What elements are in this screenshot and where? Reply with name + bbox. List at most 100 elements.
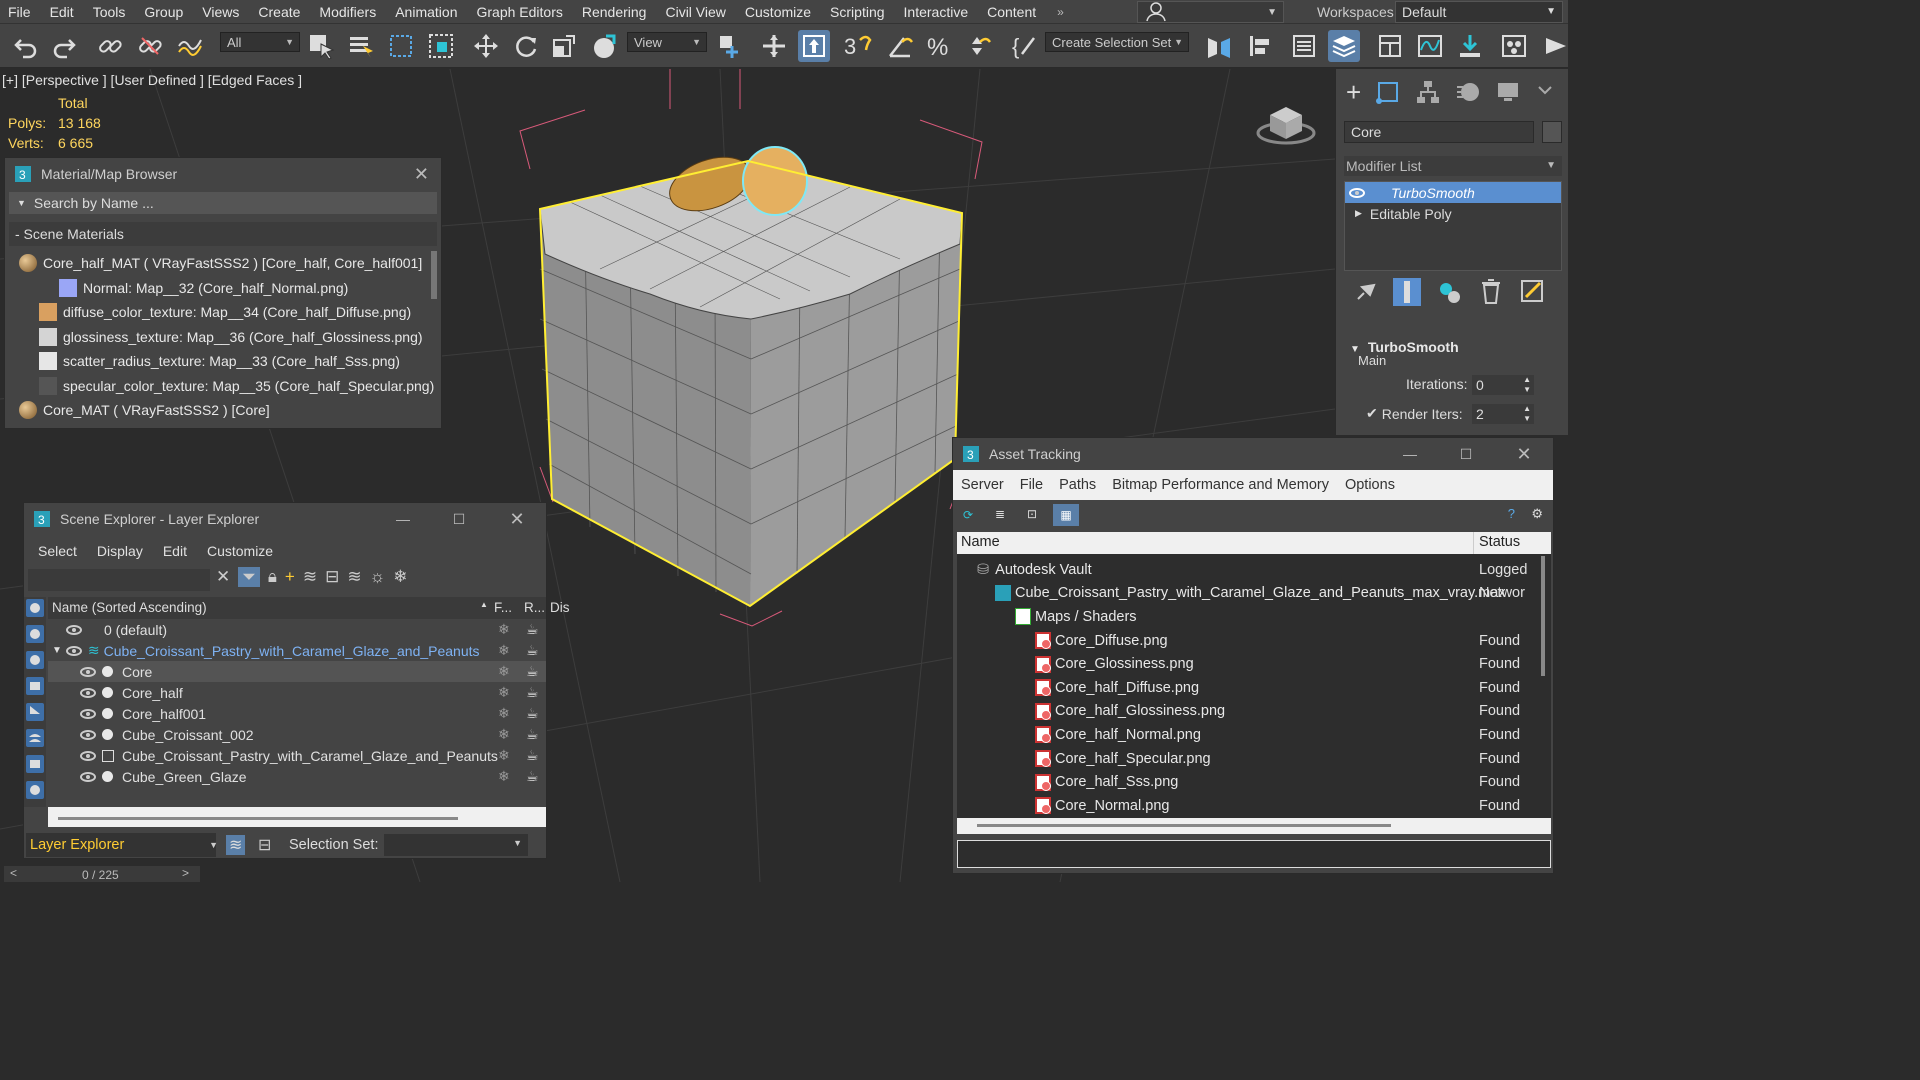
render-teapot-icon[interactable]: ☕︎ [526,705,539,722]
edit-named-selection-icon[interactable]: { [1008,30,1040,62]
layer-row[interactable]: Core ❄ ☕︎ [48,661,546,682]
menu-interactive[interactable]: Interactive [896,0,980,24]
column-renderable[interactable]: R... [524,600,545,615]
thumbnail-view-icon[interactable]: ⊡ [1027,507,1037,521]
layer-row[interactable]: Core_half001 ❄ ☕︎ [48,703,546,724]
asset-row[interactable]: Cube_Croissant_Pastry_with_Caramel_Glaze… [957,582,1525,606]
close-icon[interactable]: ✕ [414,164,429,185]
vertical-scrollbar[interactable] [1541,556,1545,676]
material-item[interactable]: scatter_radius_texture: Map__33 (Core_ha… [17,349,435,374]
column-display[interactable]: Dis [550,600,570,615]
eye-icon[interactable] [80,771,96,782]
redo-icon[interactable] [48,30,80,62]
menu-civil-view[interactable]: Civil View [657,0,736,24]
material-item[interactable]: diffuse_color_texture: Map__34 (Core_hal… [17,300,435,325]
scrollbar-thumb[interactable] [58,817,458,820]
add-to-layer-icon[interactable]: ≋ [303,567,317,587]
create-layer-icon[interactable]: + [285,567,295,587]
menu-overflow-button[interactable]: » [1047,5,1074,19]
light-layer-icon[interactable]: ☼ [370,567,386,587]
scene-materials-header[interactable]: - Scene Materials [9,222,437,246]
iterations-spinner[interactable]: 0 ▲ ▼ [1472,375,1534,395]
close-icon[interactable]: ✕ [492,503,542,535]
eye-icon[interactable] [80,666,96,677]
asset-path-field[interactable] [957,840,1551,868]
freeze-icon[interactable]: ❄ [498,726,510,743]
eye-icon[interactable] [80,708,96,719]
material-item[interactable]: Core_half_MAT ( VRayFastSSS2 ) [Core_hal… [17,251,435,276]
rotate-icon[interactable] [510,30,542,62]
settings-icon[interactable]: ⚙ [1531,506,1543,522]
material-browser-scrollbar[interactable] [431,251,437,299]
modifier-list-dropdown[interactable]: Modifier List ▼ [1344,156,1562,176]
menu-modifiers[interactable]: Modifiers [311,0,387,24]
maximize-icon[interactable]: ☐ [434,503,484,535]
menu-paths[interactable]: Paths [1051,477,1104,493]
lock-icon[interactable]: 🔒︎ [268,567,277,587]
filter-icon[interactable]: ⏷ [238,567,260,587]
schematic-view-icon[interactable] [1454,30,1486,62]
layer-row[interactable]: 0 (default) ❄ ☕︎ [48,619,546,640]
display-filter-icons[interactable] [24,597,46,807]
column-frozen[interactable]: F... [494,600,512,615]
freeze-icon[interactable]: ❄ [498,663,510,680]
list-view-icon[interactable]: ≣ [995,507,1005,521]
menu-bitmap-performance[interactable]: Bitmap Performance and Memory [1104,477,1337,493]
eye-icon[interactable] [1349,187,1365,198]
asset-row[interactable]: Core_half_Diffuse.png Found [957,676,1520,700]
column-name[interactable]: Name [961,534,1000,550]
configure-modifier-sets-icon[interactable] [1518,277,1548,307]
scrollbar-thumb[interactable] [977,824,1391,827]
explorer-mode-dropdown[interactable]: Layer Explorer ▼ [26,833,218,857]
render-teapot-icon[interactable]: ☕︎ [526,768,539,785]
asset-row[interactable]: ⛁ Autodesk Vault Logged [957,558,1527,582]
freeze-layer-icon[interactable]: ❄ [393,567,407,587]
sort-icon[interactable]: ⊟ [258,835,271,855]
asset-row[interactable]: Core_half_Normal.png Found [957,723,1520,747]
spinner-snap-icon[interactable] [962,30,994,62]
align-icon[interactable] [1243,30,1275,62]
curve-editor-icon[interactable] [1414,30,1446,62]
mirror-icon[interactable] [1203,30,1235,62]
asset-row[interactable]: Core_half_Sss.png Found [957,770,1520,794]
layer-stack-icon[interactable]: ≋ [347,567,361,587]
freeze-icon[interactable]: ❄ [498,621,510,638]
placement-icon[interactable] [588,30,620,62]
freeze-icon[interactable]: ❄ [498,705,510,722]
viewport-label[interactable]: [+] [Perspective ] [User Defined ] [Edge… [2,72,302,88]
close-icon[interactable]: ✕ [1499,438,1549,470]
user-account-dropdown[interactable]: ▼ [1137,1,1284,23]
utilities-tab-icon[interactable] [1535,79,1555,105]
render-teapot-icon[interactable]: ☕︎ [526,663,539,680]
eye-icon[interactable] [80,729,96,740]
render-setup-icon[interactable] [1540,30,1572,62]
pin-stack-icon[interactable] [1350,277,1380,307]
toggle-ribbon-icon[interactable] [1374,30,1406,62]
asset-row[interactable]: Core_Glossiness.png Found [957,652,1520,676]
time-prev-button[interactable]: < [10,866,17,880]
layer-row[interactable]: Cube_Croissant_002 ❄ ☕︎ [48,724,546,745]
menu-display[interactable]: Display [97,543,143,559]
asset-row[interactable]: Core_half_Glossiness.png Found [957,700,1520,724]
column-name[interactable]: Name (Sorted Ascending) [52,600,207,615]
asset-row[interactable]: Maps / Shaders [957,605,1137,629]
layer-row[interactable]: Cube_Croissant_Pastry_with_Caramel_Glaze… [48,745,546,766]
eye-icon[interactable] [65,645,82,656]
layer-row[interactable]: ▼ ≋ Cube_Croissant_Pastry_with_Caramel_Gla… [48,640,546,661]
scale-icon[interactable] [548,30,580,62]
column-status[interactable]: Status [1479,534,1520,550]
snaps-toggle-icon[interactable]: 3 [842,30,874,62]
menu-animation[interactable]: Animation [387,0,468,24]
maximize-icon[interactable]: ☐ [1441,438,1491,470]
expand-arrow-icon[interactable]: ▶ [1355,208,1362,219]
select-manipulate-icon[interactable] [758,30,790,62]
display-tab-icon[interactable] [1495,79,1521,105]
toggle-layer-explorer-icon[interactable] [1328,30,1360,62]
named-selection-set-dropdown[interactable]: Create Selection Set ▼ [1045,32,1189,52]
layer-stack-icon[interactable]: ≋ [226,835,246,855]
object-name-field[interactable]: Core [1344,121,1534,143]
freeze-icon[interactable]: ❄ [498,684,510,701]
menu-customize[interactable]: Customize [207,543,273,559]
material-item[interactable]: specular_color_texture: Map__35 (Core_ha… [17,374,435,399]
render-teapot-icon[interactable]: ☕︎ [526,684,539,701]
